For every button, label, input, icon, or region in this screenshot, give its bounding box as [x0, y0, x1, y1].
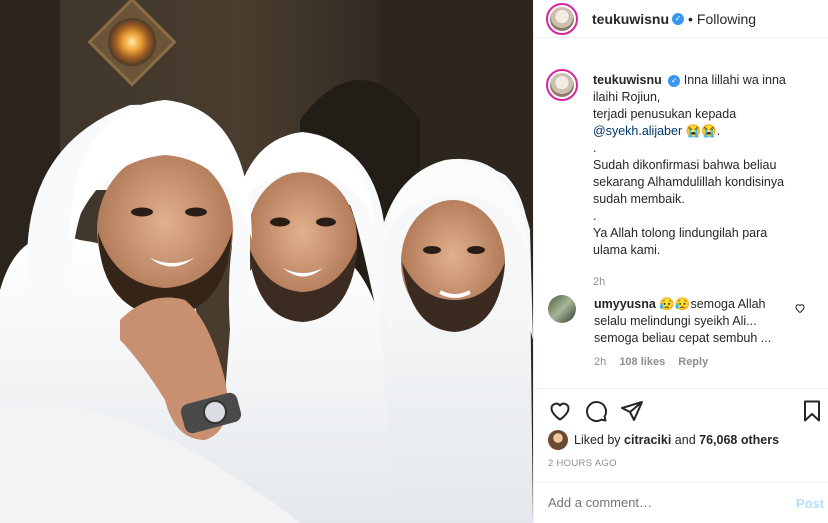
caption-dot2: . — [593, 209, 597, 223]
verified-icon: ✓ — [668, 75, 681, 87]
caption-line2: terjadi penusukan kepada — [593, 107, 737, 121]
likes-summary: Liked by citraciki and 76,068 others — [548, 429, 779, 451]
caption-text: teukuwisnu ✓ Inna lillahi wa inna ilaihi… — [593, 72, 798, 259]
caption-dot1: . — [593, 141, 597, 155]
likes-middle: and — [674, 433, 696, 447]
caption-mention-link[interactable]: @syekh.alijaber — [593, 124, 682, 138]
liker-username[interactable]: citraciki — [624, 433, 671, 447]
comment-likes[interactable]: 108 likes — [619, 356, 665, 368]
header-avatar[interactable] — [546, 2, 578, 35]
liker-avatar[interactable] — [548, 430, 568, 450]
post-sidebar: teukuwisnu ✓ • Following teukuwisnu ✓ In… — [533, 0, 828, 523]
header-separator: • — [688, 10, 693, 27]
comment-input[interactable] — [548, 495, 768, 510]
reply-button[interactable]: Reply — [678, 356, 708, 368]
comment-heart-icon[interactable] — [794, 301, 808, 315]
comment-time[interactable]: 2h — [594, 356, 606, 368]
header-username[interactable]: teukuwisnu — [592, 11, 669, 27]
paper-plane-icon[interactable] — [620, 399, 644, 423]
caption-time[interactable]: 2h — [593, 276, 605, 288]
post-photo[interactable] — [0, 0, 533, 523]
bookmark-icon[interactable] — [800, 399, 824, 423]
post-timestamp[interactable]: 2 HOURS AGO — [548, 458, 617, 469]
post-header: teukuwisnu ✓ • Following — [534, 0, 828, 38]
comment-text: umyyusna 😥😥semoga Allah selalu melindung… — [594, 296, 784, 347]
caption-line4: Ya Allah tolong lindungilah para ulama k… — [593, 226, 768, 257]
action-bar — [534, 388, 828, 432]
likes-count[interactable]: 76,068 others — [699, 433, 779, 447]
following-button[interactable]: Following — [697, 11, 756, 27]
comments-section[interactable]: teukuwisnu ✓ Inna lillahi wa inna ilaihi… — [534, 55, 828, 385]
verified-icon: ✓ — [672, 12, 685, 25]
comment-username[interactable]: umyyusna — [594, 297, 656, 311]
comment-avatar[interactable] — [548, 295, 576, 323]
add-comment-bar: Post — [534, 482, 828, 523]
speech-bubble-icon[interactable] — [584, 399, 608, 423]
comment-meta: 2h 108 likes Reply — [594, 356, 718, 368]
likes-prefix: Liked by — [574, 433, 621, 447]
caption-line3: Sudah dikonfirmasi bahwa beliau sekarang… — [593, 158, 785, 206]
caption-emoji: 😭😭. — [685, 124, 721, 138]
heart-outline-icon[interactable] — [548, 399, 572, 423]
post-button[interactable]: Post — [796, 496, 824, 511]
caption-avatar[interactable] — [546, 69, 578, 101]
caption-username[interactable]: teukuwisnu — [593, 73, 662, 87]
